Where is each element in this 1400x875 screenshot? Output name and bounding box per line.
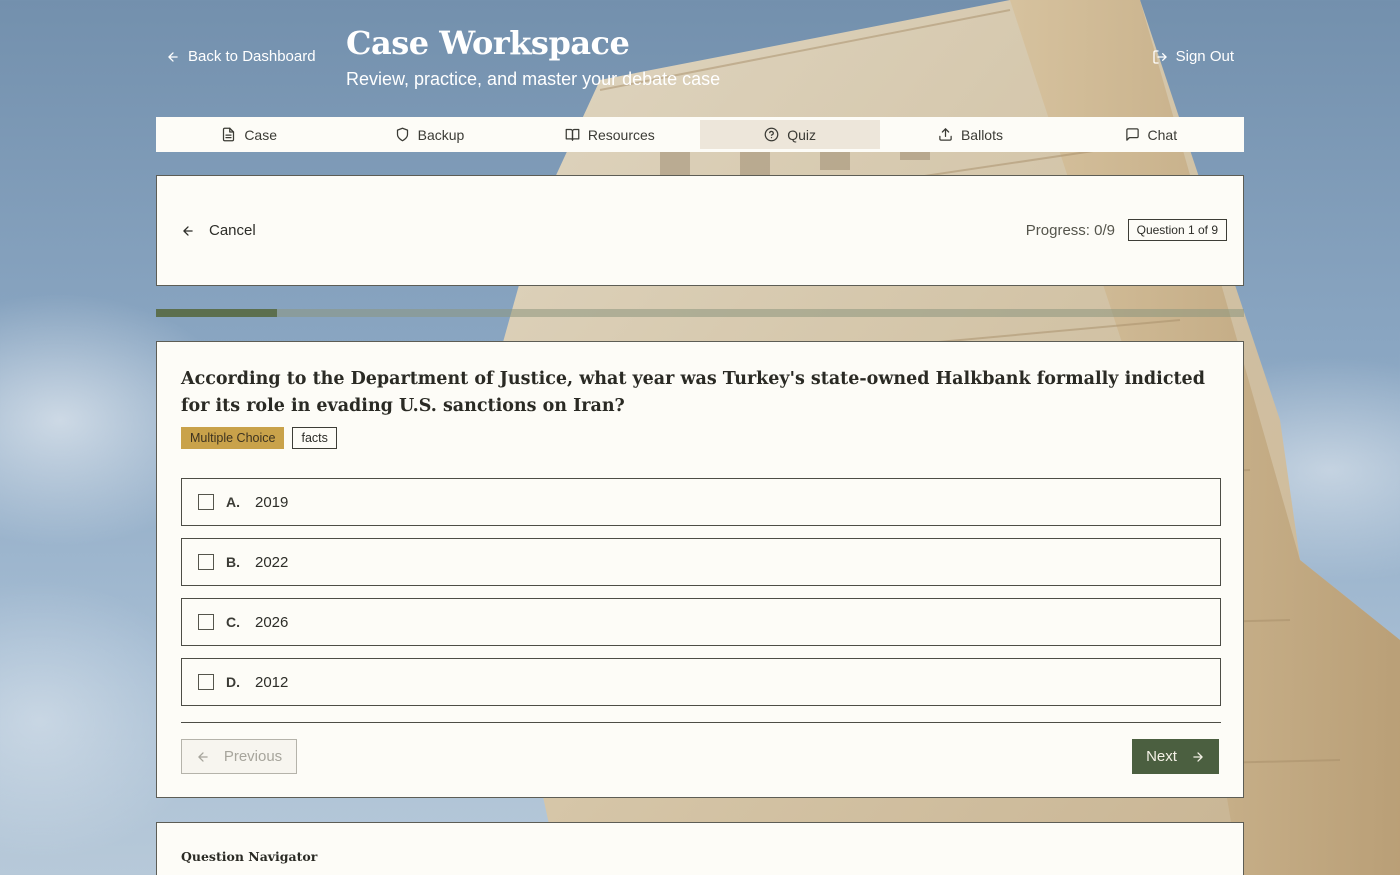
question-category-tag: facts [292,427,337,449]
arrow-left-icon [168,51,178,62]
progress-text: Progress: 0/9 [1025,222,1115,239]
answer-option-a[interactable]: A. 2019 [181,478,1221,526]
next-button[interactable]: Next [1132,739,1219,774]
shield-icon [396,127,408,142]
answer-option-c[interactable]: C. 2026 [181,598,1221,646]
tab-chat[interactable]: Chat [1061,120,1241,149]
option-text: 2012 [255,673,289,691]
progress-bar-fill [156,309,277,317]
option-checkbox[interactable] [198,614,214,630]
option-text: 2022 [255,553,289,571]
option-checkbox[interactable] [198,554,214,570]
page-header: Back to Dashboard Case Workspace Review,… [156,0,1244,110]
tab-label: Resources [587,126,655,143]
option-text: 2019 [255,493,289,511]
cancel-label: Cancel [209,222,256,239]
tab-label: Backup [417,126,465,143]
sign-out-button[interactable]: Sign Out [1152,48,1234,65]
tab-label: Quiz [787,126,817,143]
option-checkbox[interactable] [198,674,214,690]
previous-label: Previous [223,748,283,765]
arrow-left-icon [183,225,193,236]
option-letter: A. [226,494,240,510]
workspace-tabs: Case Backup Resources Quiz Ballots Chat [156,117,1244,152]
page-subtitle: Review, practice, and master your debate… [346,69,721,89]
file-icon [223,127,235,142]
option-letter: D. [226,674,240,690]
option-checkbox[interactable] [198,494,214,510]
upload-icon [939,128,952,141]
arrow-right-icon [1193,751,1203,762]
question-count-badge: Question 1 of 9 [1127,219,1227,241]
question-type-tag: Multiple Choice [181,427,285,449]
sign-out-label: Sign Out [1175,48,1234,65]
tab-label: Ballots [960,126,1003,143]
cancel-button[interactable]: Cancel [181,222,256,239]
question-tags: Multiple Choice facts [181,427,337,449]
tab-label: Case [244,126,277,143]
tab-label: Chat [1147,126,1178,143]
tab-ballots[interactable]: Ballots [880,120,1060,149]
arrow-left-icon [198,751,208,762]
book-icon [565,128,580,141]
tab-quiz[interactable]: Quiz [699,120,881,149]
answer-option-b[interactable]: B. 2022 [181,538,1221,586]
page-title: Case Workspace [346,24,630,62]
tab-backup[interactable]: Backup [339,120,519,149]
sign-out-icon [1152,49,1167,64]
option-letter: B. [226,554,240,570]
progress-bar [156,309,1244,317]
back-to-dashboard-link[interactable]: Back to Dashboard [166,48,316,65]
tab-resources[interactable]: Resources [520,120,700,149]
next-label: Next [1146,748,1177,765]
quiz-header-card: Cancel Progress: 0/9 Question 1 of 9 [156,175,1244,286]
option-text: 2026 [255,613,289,631]
previous-button[interactable]: Previous [181,739,297,774]
divider [181,722,1221,723]
question-navigator-card: Question Navigator [156,822,1244,875]
answer-option-d[interactable]: D. 2012 [181,658,1221,706]
question-card: According to the Department of Justice, … [156,341,1244,798]
question-circle-icon [764,127,779,142]
tab-case[interactable]: Case [159,120,339,149]
option-letter: C. [226,614,240,630]
chat-icon [1125,128,1139,141]
question-text: According to the Department of Justice, … [181,369,1205,416]
question-navigator-title: Question Navigator [181,849,318,864]
back-to-dashboard-label: Back to Dashboard [188,48,316,65]
